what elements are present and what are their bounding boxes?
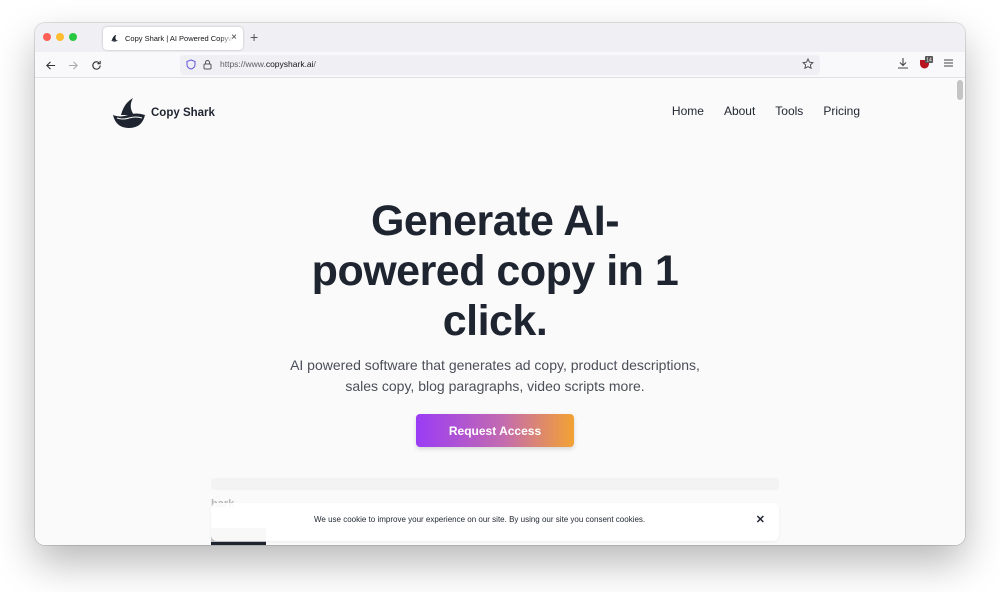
forward-icon [68, 60, 78, 70]
hero-title: Generate AI- powered copy in 1 click. [35, 196, 955, 346]
hero-title-line: powered copy in 1 [311, 247, 679, 295]
new-tab-button[interactable]: + [250, 29, 258, 45]
close-window-button[interactable] [43, 33, 51, 41]
url-text[interactable]: https://www.copyshark.ai/ [220, 59, 316, 69]
extension-badge: 14 [926, 58, 932, 64]
shield-icon[interactable] [186, 59, 196, 70]
site-navigation: Home About Tools Pricing [672, 104, 860, 118]
maximize-window-button[interactable] [69, 33, 77, 41]
tab-bar: Copy Shark | AI Powered Copywriter × + [35, 23, 965, 52]
logo-text: Copy Shark [151, 107, 215, 119]
forward-button[interactable] [65, 57, 81, 73]
reload-icon [91, 60, 101, 70]
shark-fin-logo-icon [113, 98, 145, 128]
lock-icon[interactable] [203, 59, 212, 70]
shark-fin-icon [110, 34, 119, 42]
nav-tools[interactable]: Tools [775, 104, 803, 118]
menu-icon[interactable] [943, 58, 954, 68]
browser-tab[interactable]: Copy Shark | AI Powered Copywriter × [103, 27, 243, 50]
site-logo[interactable]: Copy Shark [112, 98, 215, 128]
nav-pricing[interactable]: Pricing [823, 104, 860, 118]
extension-icon: 14 [920, 56, 933, 69]
download-icon[interactable] [897, 57, 909, 70]
web-page: Copy Shark Home About Tools Pricing Gene… [35, 78, 965, 545]
hero-title-line: Generate AI- [370, 197, 620, 245]
url-prefix: https://www. [220, 59, 266, 69]
hero-subtitle: AI powered software that generates ad co… [35, 355, 955, 397]
cookie-close-button[interactable]: ✕ [756, 513, 765, 526]
cookie-text: We use cookie to improve your experience… [314, 515, 646, 524]
navigation-toolbar: https://www.copyshark.ai/ 14 [35, 52, 965, 78]
close-tab-button[interactable]: × [231, 32, 237, 44]
extension-button[interactable]: 14 [919, 56, 933, 75]
reload-button[interactable] [88, 57, 104, 73]
hero-title-line: click. [442, 297, 548, 345]
bookmark-star-icon[interactable] [802, 58, 814, 70]
request-access-button[interactable]: Request Access [416, 414, 574, 447]
page-scrollbar[interactable] [957, 80, 963, 100]
browser-window: Copy Shark | AI Powered Copywriter × + h… [35, 23, 965, 545]
back-button[interactable] [42, 57, 58, 73]
url-suffix: / [313, 59, 316, 69]
preview-header-bar [211, 478, 779, 490]
minimize-window-button[interactable] [56, 33, 64, 41]
cookie-banner: We use cookie to improve your experience… [211, 503, 779, 541]
nav-home[interactable]: Home [672, 104, 704, 118]
tab-title: Copy Shark | AI Powered Copywriter [125, 34, 233, 43]
url-domain: copyshark.ai [265, 59, 314, 69]
hero-subtitle-line: AI powered software that generates ad co… [290, 357, 700, 373]
url-bar[interactable]: https://www.copyshark.ai/ [180, 55, 820, 75]
hero-subtitle-line: sales copy, blog paragraphs, video scrip… [345, 378, 645, 394]
nav-about[interactable]: About [724, 104, 755, 118]
back-icon [45, 60, 55, 70]
